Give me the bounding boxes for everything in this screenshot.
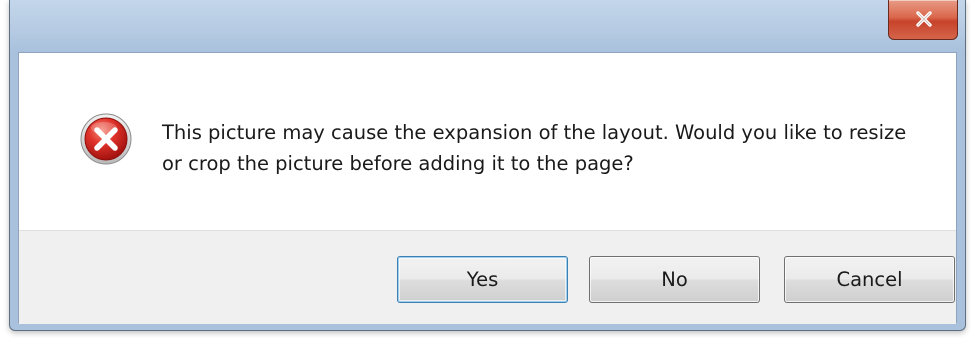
dialog-client-area: This picture may cause the expansion of … [18, 52, 957, 324]
message-area: This picture may cause the expansion of … [19, 53, 956, 230]
close-button[interactable] [888, 0, 958, 40]
yes-button[interactable]: Yes [397, 256, 568, 303]
title-bar[interactable] [10, 0, 965, 52]
close-icon [916, 11, 932, 27]
dialog-message: This picture may cause the expansion of … [162, 121, 907, 175]
button-bar: Yes No Cancel [19, 230, 956, 324]
error-icon [80, 113, 132, 165]
no-button[interactable]: No [589, 256, 760, 303]
cancel-button[interactable]: Cancel [784, 256, 955, 303]
dialog-window: This picture may cause the expansion of … [9, 0, 966, 331]
